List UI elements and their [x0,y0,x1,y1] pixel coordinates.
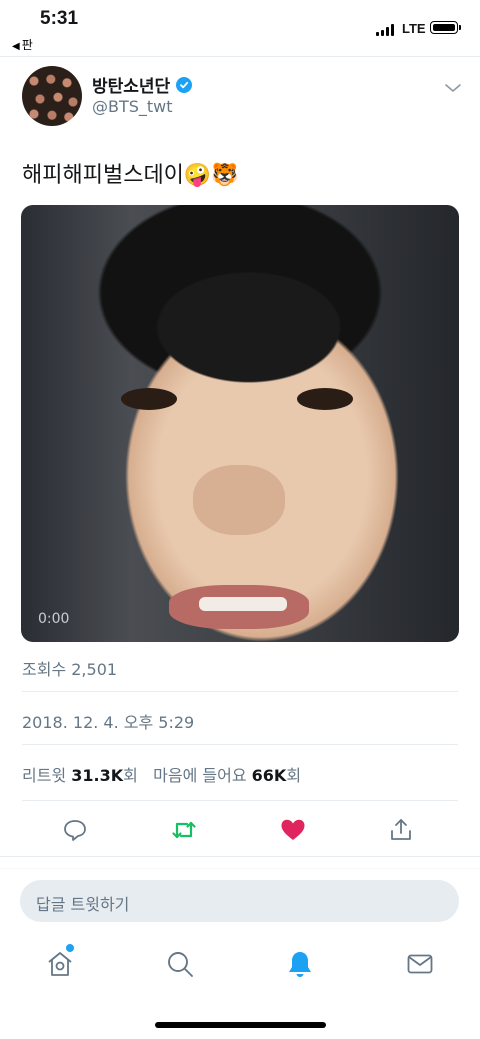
home-indicator[interactable] [155,1022,326,1028]
video-duration: 0:00 [38,611,70,627]
retweet-button[interactable] [168,814,200,846]
status-time: 5:31 [40,8,79,29]
chevron-down-icon[interactable] [444,80,462,94]
tab-messages[interactable] [404,948,436,980]
likes-count: 66K [251,766,287,785]
network-label: LTE [402,21,426,36]
divider [22,800,458,801]
header-divider [0,56,480,57]
reply-icon [64,820,86,841]
video-player[interactable] [21,205,459,642]
tab-notifications[interactable] [284,948,316,980]
reply-placeholder: 답글 트윗하기 [36,895,130,914]
divider [0,868,480,869]
video-frame-detail [121,388,177,410]
divider [0,856,480,857]
video-frame-detail [297,388,353,410]
likes-label: 마음에 들어요 [153,766,247,785]
tweet-timestamp: 2018. 12. 4. 오후 5:29 [22,713,195,732]
back-triangle-icon: ◀ [12,41,20,52]
retweet-icon [172,821,196,839]
reply-input[interactable]: 답글 트윗하기 [20,880,459,922]
divider [22,691,458,692]
share-icon [391,819,411,840]
status-bar: 5:31 ◀ 판 LTE [0,0,480,56]
tab-search[interactable] [164,948,196,980]
tweet-text: 해피해피벌스데이🤪🐯 [22,163,239,188]
likes-stat[interactable]: 마음에 들어요 66K회 [153,766,301,785]
author-handle[interactable]: @BTS_twt [92,97,173,116]
share-button[interactable] [385,814,417,846]
divider [22,744,458,745]
retweets-stat[interactable]: 리트윗 31.3K회 [22,766,138,785]
back-to-app[interactable]: ◀ 판 [12,36,33,53]
tab-home[interactable] [44,948,76,980]
likes-suffix: 회 [286,766,302,785]
author-name: 방탄소년단 [92,77,171,97]
video-frame-detail [199,597,287,611]
home-icon [48,952,72,976]
battery-icon [430,21,461,34]
home-badge-dot [66,944,74,952]
verified-badge-icon [176,76,193,93]
retweets-suffix: 회 [123,766,138,785]
reply-button[interactable] [59,814,91,846]
back-app-label: 판 [21,38,33,52]
engagement-stats: 리트윗 31.3K회 마음에 들어요 66K회 [22,762,301,786]
messages-icon [407,954,433,974]
notifications-icon [289,952,311,977]
view-count: 조회수 2,501 [22,660,118,679]
retweets-label: 리트윗 [22,766,67,785]
retweets-count: 31.3K [71,766,124,785]
signal-icon [376,24,394,36]
author-name-row[interactable]: 방탄소년단 [92,72,193,97]
video-frame-detail [193,465,285,535]
avatar[interactable] [22,66,82,126]
heart-icon [281,819,305,840]
search-icon [168,952,193,977]
like-button[interactable] [277,814,309,846]
